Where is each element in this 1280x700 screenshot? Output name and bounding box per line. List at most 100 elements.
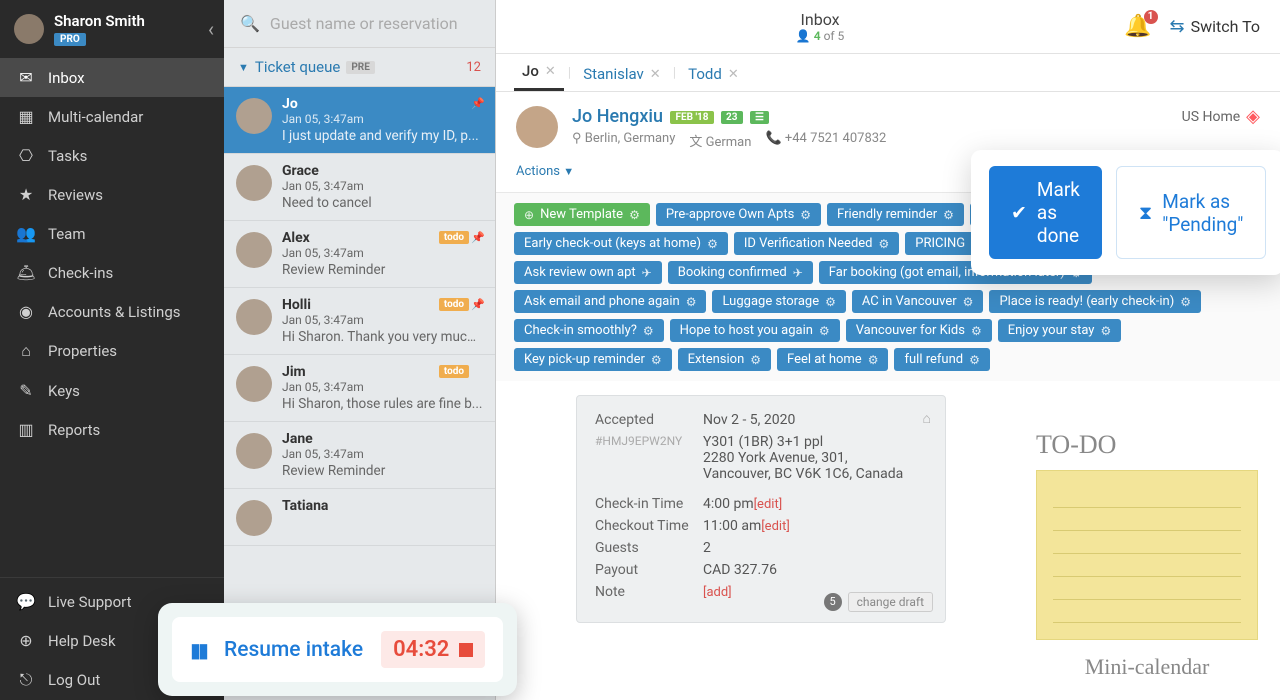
avatar [236, 98, 272, 134]
add-note[interactable]: [add] [703, 585, 732, 600]
tab-todd[interactable]: Todd✕ [680, 57, 747, 91]
nav-team[interactable]: 👥Team [0, 214, 224, 253]
gear-icon: ⚙ [868, 353, 879, 367]
template-chip[interactable]: AC in Vancouver⚙ [852, 290, 984, 313]
template-chip[interactable]: full refund⚙ [894, 348, 989, 371]
sidebar: Sharon Smith PRO ‹ ✉Inbox ▦Multi-calenda… [0, 0, 224, 700]
template-chip[interactable]: Vancouver for Kids⚙ [846, 319, 992, 342]
gear-icon: ⚙ [707, 237, 718, 251]
template-chip[interactable]: Pre-approve Own Apts⚙ [656, 203, 821, 226]
nav-properties[interactable]: ⌂Properties [0, 331, 224, 371]
reservation-card: ⌂ AcceptedNov 2 - 5, 2020 #HMJ9EPW2NYY30… [576, 395, 946, 623]
ticket-item[interactable]: HolliJan 05, 3:47amHi Sharon. Thank you … [224, 288, 495, 355]
avatar [236, 165, 272, 201]
phone-icon: 📞 +44 7521 407832 [765, 131, 886, 150]
star-icon: ★ [16, 185, 36, 204]
nav-reports[interactable]: ▥Reports [0, 410, 224, 449]
gear-icon: ⚙ [1100, 324, 1111, 338]
close-icon[interactable]: ✕ [650, 67, 661, 82]
todo-badge: todo [439, 298, 469, 311]
template-chip[interactable]: Ask review own apt✈ [514, 261, 662, 284]
template-chip[interactable]: ⊕New Template⚙ [514, 203, 650, 226]
nav-inbox[interactable]: ✉Inbox [0, 58, 224, 97]
avatar [14, 14, 44, 44]
home-icon: ⌂ [16, 341, 36, 361]
template-chip[interactable]: Early check-out (keys at home)⚙ [514, 232, 728, 255]
guest-header: Jo Hengxiu FEB '18 23 ☰ ⚲ Berlin, German… [496, 92, 1280, 156]
ticket-item[interactable]: JoJan 05, 3:47amI just update and verify… [224, 87, 495, 154]
ticket-item[interactable]: GraceJan 05, 3:47amNeed to cancel [224, 154, 495, 221]
listing-link[interactable]: US Home◈ [1182, 106, 1260, 127]
switch-to-button[interactable]: ⇆Switch To [1170, 16, 1260, 37]
template-chip[interactable]: Enjoy your stay⚙ [998, 319, 1122, 342]
inbox-icon: ✉ [16, 68, 36, 87]
template-chip[interactable]: Place is ready! (early check-in)⚙ [989, 290, 1201, 313]
todo-title: TO-DO [1036, 430, 1258, 460]
airplane-icon: ✈ [642, 266, 652, 280]
template-chip[interactable]: Feel at home⚙ [777, 348, 888, 371]
template-chip[interactable]: Luggage storage⚙ [712, 290, 845, 313]
notifications-button[interactable]: 🔔1 [1124, 14, 1151, 39]
search[interactable]: 🔍 Guest name or reservation [224, 0, 495, 48]
template-chip[interactable]: Ask email and phone again⚙ [514, 290, 706, 313]
ticket-item[interactable]: AlexJan 05, 3:47amReview Remindertodo📌 [224, 221, 495, 288]
nav-accounts[interactable]: ◉Accounts & Listings [0, 292, 224, 331]
template-chip[interactable]: Booking confirmed✈ [668, 261, 813, 284]
profile[interactable]: Sharon Smith PRO ‹ [0, 0, 224, 58]
guest-name[interactable]: Jo Hengxiu [572, 106, 663, 127]
profile-name: Sharon Smith [54, 12, 145, 30]
ticket-item[interactable]: JaneJan 05, 3:47amReview Reminder [224, 422, 495, 489]
mini-calendar-title: Mini-calendar [1036, 654, 1258, 680]
tab-jo[interactable]: Jo✕ [514, 54, 564, 91]
gear-icon: ⚙ [629, 208, 640, 222]
mark-done-button[interactable]: ✔Mark as done [989, 166, 1102, 259]
pin-icon: 📌 [471, 97, 485, 110]
close-icon[interactable]: ✕ [728, 67, 739, 82]
nav-reviews[interactable]: ★Reviews [0, 175, 224, 214]
template-chip[interactable]: ID Verification Needed⚙ [734, 232, 899, 255]
topbar: Inbox 👤 4 of 5 🔔1 ⇆Switch To [496, 0, 1280, 54]
chevron-down-icon: ▼ [238, 61, 249, 74]
ticket-item[interactable]: Tatiana [224, 489, 495, 546]
collapse-icon[interactable]: ‹ [208, 17, 214, 41]
reservation-code[interactable]: #HMJ9EPW2NY [595, 434, 703, 482]
gear-icon: ⚙ [879, 237, 890, 251]
gear-icon: ⚙ [819, 324, 830, 338]
template-chip[interactable]: Check-in smoothly?⚙ [514, 319, 664, 342]
queue-header[interactable]: ▼ Ticket queue PRE 12 [224, 48, 495, 87]
hourglass-icon: ⧗ [1139, 201, 1152, 224]
gear-icon: ⚙ [969, 353, 980, 367]
actions-dropdown[interactable]: Actions ▼ [516, 164, 574, 179]
nav-checkins[interactable]: 🛎Check-ins [0, 253, 224, 292]
tasks-icon: ⎔ [16, 146, 36, 165]
avatar [236, 299, 272, 335]
nav-keys[interactable]: ✎Keys [0, 371, 224, 410]
todo-sticky[interactable] [1036, 470, 1258, 640]
page-subtitle: 👤 4 of 5 [516, 29, 1124, 43]
gear-icon: ⚙ [971, 324, 982, 338]
template-chip[interactable]: Key pick-up reminder⚙ [514, 348, 672, 371]
stop-icon[interactable] [459, 643, 473, 657]
conversation-tabs: Jo✕ | Stanislav✕ | Todd✕ [496, 54, 1280, 92]
edit-checkin[interactable]: [edit] [754, 497, 783, 512]
search-icon: 🔍 [240, 14, 260, 33]
mark-pending-button[interactable]: ⧗Mark as "Pending" [1116, 166, 1266, 259]
template-chip[interactable]: Friendly reminder⚙ [827, 203, 964, 226]
template-chip[interactable]: Hope to host you again⚙ [670, 319, 840, 342]
pause-icon[interactable]: ▮▮ [190, 638, 206, 662]
tab-stanislav[interactable]: Stanislav✕ [575, 57, 669, 91]
resume-intake-button[interactable]: Resume intake [224, 638, 363, 662]
nav-multi-calendar[interactable]: ▦Multi-calendar [0, 97, 224, 136]
change-draft-button[interactable]: change draft [848, 592, 933, 612]
ticket-item[interactable]: JimJan 05, 3:47amHi Sharon, those rules … [224, 355, 495, 422]
airbnb-icon: ◈ [1246, 106, 1260, 127]
id-badge: ☰ [750, 111, 769, 124]
nav-tasks[interactable]: ⎔Tasks [0, 136, 224, 175]
help-icon: ⊕ [16, 631, 36, 650]
gear-icon: ⚙ [686, 295, 697, 309]
pin-icon: 📌 [471, 298, 485, 311]
home-icon: ⌂ [923, 410, 931, 427]
edit-checkout[interactable]: [edit] [761, 519, 790, 534]
close-icon[interactable]: ✕ [545, 64, 556, 79]
template-chip[interactable]: Extension⚙ [678, 348, 771, 371]
